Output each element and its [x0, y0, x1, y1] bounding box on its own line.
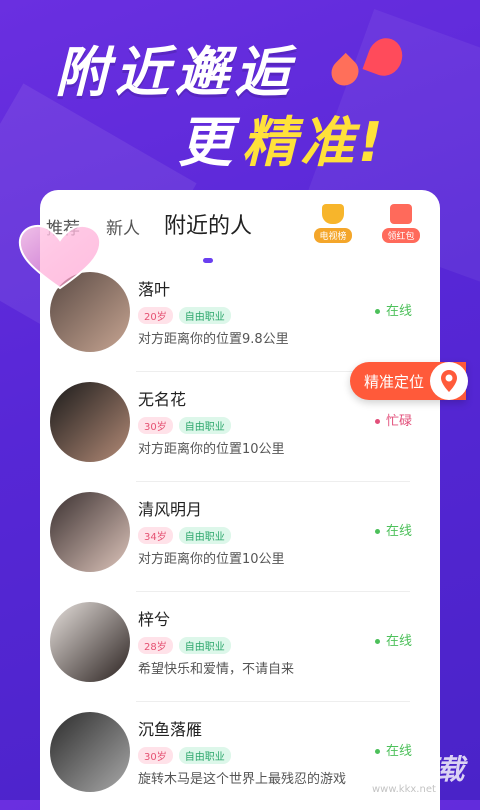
- user-tags: 34岁 自由职业: [138, 525, 237, 544]
- user-row[interactable]: 梓兮 28岁 自由职业 希望快乐和爱情，不请自来 在线: [40, 592, 440, 702]
- user-name: 沉鱼落雁: [138, 720, 203, 739]
- job-badge: 自由职业: [178, 747, 231, 764]
- status-dot-icon: [374, 419, 380, 424]
- age-badge: 28岁: [138, 637, 173, 654]
- user-description: 对方距离你的位置10公里: [138, 442, 285, 457]
- job-badge: 自由职业: [178, 637, 231, 654]
- status-label: 在线: [385, 304, 412, 319]
- age-badge: 34岁: [138, 527, 173, 544]
- avatar[interactable]: [50, 382, 130, 462]
- avatar[interactable]: [50, 602, 130, 682]
- tab-nearby[interactable]: 附近的人: [164, 208, 252, 240]
- age-badge: 30岁: [138, 417, 173, 434]
- red-envelope-icon: [390, 204, 412, 224]
- user-description: 对方距离你的位置10公里: [138, 552, 285, 567]
- user-row[interactable]: 清风明月 34岁 自由职业 对方距离你的位置10公里 在线: [40, 482, 440, 592]
- red-envelope-button[interactable]: 领红包: [378, 204, 424, 243]
- status-dot-icon: [374, 639, 380, 644]
- tv-ranking-button[interactable]: 电视榜: [310, 204, 356, 243]
- age-badge: 30岁: [138, 747, 173, 764]
- user-list: 落叶 20岁 自由职业 对方距离你的位置9.8公里 在线 无名花 30岁 自由职业 …: [40, 262, 440, 810]
- precise-locate-button[interactable]: 精准定位: [350, 362, 468, 400]
- headline-line1: 附近邂逅: [55, 41, 295, 104]
- user-name: 清风明月: [138, 500, 203, 519]
- tab-new[interactable]: 新人: [106, 214, 140, 239]
- user-name: 梓兮: [138, 610, 171, 629]
- watermark-url: www.kkx.net: [372, 784, 436, 795]
- user-name: 无名花: [138, 390, 187, 409]
- user-description: 希望快乐和爱情，不请自来: [138, 662, 295, 677]
- headline-line2-prefix: 更: [178, 111, 236, 174]
- decorative-heart-icon: [18, 224, 102, 290]
- status-indicator: 忙碌: [374, 410, 412, 429]
- location-pin-glyph: [441, 370, 457, 392]
- user-description: 对方距离你的位置9.8公里: [138, 332, 289, 347]
- headline-line2-accent: 精准!: [242, 111, 387, 174]
- job-badge: 自由职业: [178, 307, 231, 324]
- avatar[interactable]: [50, 492, 130, 572]
- status-label: 忙碌: [385, 414, 412, 429]
- red-envelope-label: 领红包: [382, 228, 420, 243]
- status-indicator: 在线: [374, 520, 412, 539]
- status-dot-icon: [374, 529, 380, 534]
- location-pin-icon: [430, 362, 468, 400]
- headline-line2: 更精准!: [178, 98, 387, 177]
- age-badge: 20岁: [138, 307, 173, 324]
- user-tags: 28岁 自由职业: [138, 635, 237, 654]
- precise-locate-label: 精准定位: [364, 373, 425, 391]
- watermark-logo: KK下载: [368, 753, 464, 786]
- user-name: 落叶: [138, 280, 171, 299]
- status-label: 在线: [385, 634, 412, 649]
- user-tags: 30岁 自由职业: [138, 415, 237, 434]
- status-indicator: 在线: [374, 300, 412, 319]
- status-label: 在线: [385, 524, 412, 539]
- job-badge: 自由职业: [178, 527, 231, 544]
- user-tags: 20岁 自由职业: [138, 305, 237, 324]
- user-description: 旋转木马是这个世界上最残忍的游戏: [138, 772, 347, 787]
- avatar[interactable]: [50, 712, 130, 792]
- job-badge: 自由职业: [178, 417, 231, 434]
- trophy-icon: [322, 204, 344, 224]
- status-dot-icon: [374, 309, 380, 314]
- tv-ranking-label: 电视榜: [314, 228, 352, 243]
- user-tags: 30岁 自由职业: [138, 745, 237, 764]
- status-indicator: 在线: [374, 630, 412, 649]
